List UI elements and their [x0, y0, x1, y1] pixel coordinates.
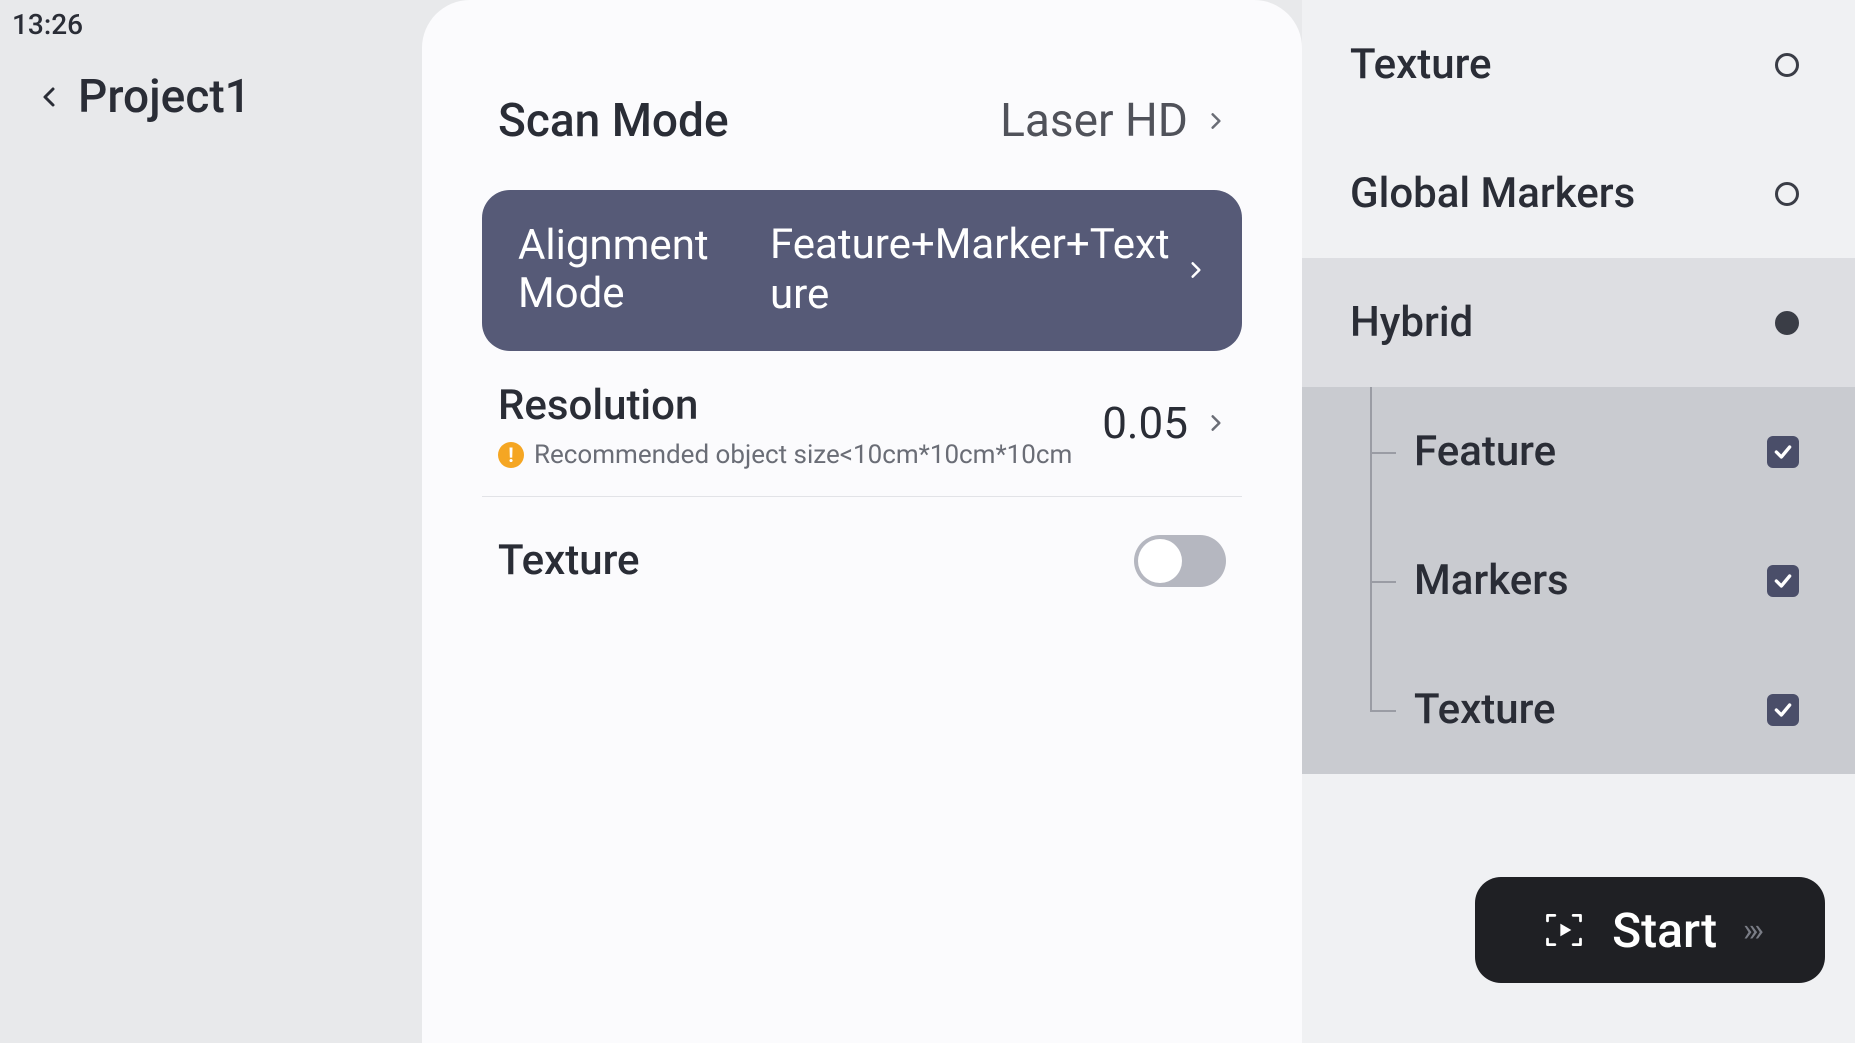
option-label: Texture: [1350, 40, 1492, 89]
alignment-option-texture[interactable]: Texture: [1302, 0, 1855, 129]
switch-knob: [1138, 539, 1182, 583]
sub-option-label: Texture: [1372, 685, 1556, 734]
radio-unchecked-icon: [1775, 53, 1799, 77]
chevron-left-icon: [38, 85, 62, 109]
alignment-mode-value: Feature+Marker+Texture: [758, 220, 1186, 321]
sub-option-label: Markers: [1372, 556, 1569, 605]
alignment-mode-label: Alignment Mode: [518, 222, 758, 319]
chevron-right-icon: [1186, 256, 1206, 284]
resolution-label: Resolution: [498, 381, 1072, 430]
option-label: Global Markers: [1350, 169, 1635, 218]
start-label: Start: [1612, 902, 1717, 959]
scan-mode-value-wrap[interactable]: Laser HD: [1000, 94, 1226, 148]
checkbox-checked-icon[interactable]: [1767, 436, 1799, 468]
scan-start-icon: [1542, 908, 1586, 952]
sidebar-left: Project1: [0, 0, 420, 1043]
sub-option-label: Feature: [1372, 427, 1556, 476]
texture-toggle-label: Texture: [498, 536, 640, 585]
radio-unchecked-icon: [1775, 182, 1799, 206]
alignment-option-hybrid[interactable]: Hybrid: [1302, 258, 1855, 387]
resolution-row[interactable]: Resolution ! Recommended object size<10c…: [482, 351, 1242, 497]
texture-toggle-switch[interactable]: [1134, 535, 1226, 587]
checkbox-checked-icon[interactable]: [1767, 694, 1799, 726]
tree-branch-icon: [1370, 581, 1396, 583]
scan-mode-label: Scan Mode: [498, 94, 729, 148]
start-button[interactable]: Start ›››: [1475, 877, 1825, 983]
resolution-hint: Recommended object size<10cm*10cm*10cm: [534, 440, 1072, 470]
option-label: Hybrid: [1350, 298, 1473, 347]
chevrons-right-icon: ›››: [1743, 911, 1758, 949]
chevron-right-icon: [1206, 409, 1226, 437]
hybrid-sub-texture[interactable]: Texture: [1372, 645, 1855, 774]
texture-toggle-row: Texture: [482, 497, 1242, 625]
alignment-mode-row[interactable]: Alignment Mode Feature+Marker+Texture: [482, 190, 1242, 351]
scan-mode-value: Laser HD: [1000, 94, 1188, 148]
checkbox-checked-icon[interactable]: [1767, 565, 1799, 597]
resolution-value: 0.05: [1102, 397, 1188, 449]
alignment-option-global-markers[interactable]: Global Markers: [1302, 129, 1855, 258]
hybrid-sub-markers[interactable]: Markers: [1372, 516, 1855, 645]
scan-mode-row[interactable]: Scan Mode Laser HD: [482, 70, 1242, 172]
chevron-right-icon: [1206, 107, 1226, 135]
main-settings-card: Scan Mode Laser HD Alignment Mode Featur…: [422, 0, 1302, 1043]
back-button[interactable]: Project1: [0, 70, 420, 124]
radio-checked-icon: [1775, 311, 1799, 335]
hybrid-sub-options: Feature Markers Texture: [1302, 387, 1855, 774]
warning-icon: !: [498, 442, 524, 468]
alignment-options-panel: Texture Global Markers Hybrid Feature Ma…: [1302, 0, 1855, 1043]
tree-branch-icon: [1370, 452, 1396, 454]
hybrid-sub-feature[interactable]: Feature: [1372, 387, 1855, 516]
tree-line: [1370, 645, 1372, 710]
tree-branch-icon: [1370, 710, 1396, 712]
project-title: Project1: [78, 70, 251, 124]
